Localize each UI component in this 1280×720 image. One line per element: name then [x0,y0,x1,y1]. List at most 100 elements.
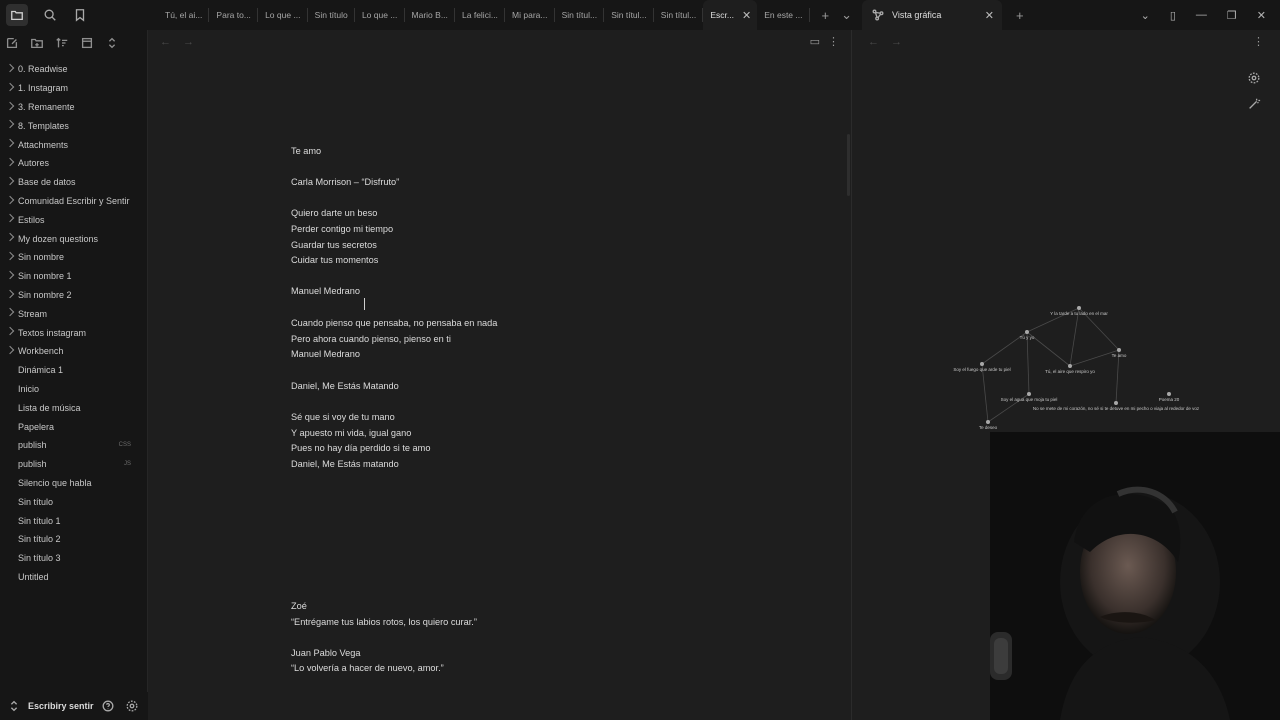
tab[interactable]: Mi para... [505,8,555,22]
tab[interactable]: Sin títul... [654,8,704,22]
tab[interactable]: En este ... [757,8,810,22]
folder-item[interactable]: Workbench [0,342,147,361]
document-line[interactable]: Y apuesto mi vida, igual gano [291,428,411,438]
tab[interactable]: Escr... ✕ [703,0,758,30]
tab-graph-view[interactable]: Vista gráfica ✕ [862,0,1002,30]
file-item[interactable]: Dinámica 1 [0,361,147,380]
close-icon[interactable]: ✕ [985,9,994,22]
document-line[interactable]: Daniel, Me Estás Matando [291,381,399,391]
window-close-icon[interactable]: ✕ [1257,9,1266,22]
tab[interactable]: Para to... [209,8,259,22]
folder-item[interactable]: Sin nombre [0,248,147,267]
files-icon[interactable] [6,4,28,26]
graph-node[interactable] [1167,392,1171,396]
file-item[interactable]: publish CSS [0,436,147,455]
sort-icon[interactable] [54,35,70,51]
new-tab-icon[interactable]: + [822,8,830,23]
folder-item[interactable]: Textos instagram [0,323,147,342]
document-line[interactable]: “Entrégame tus labios rotos, los quiero … [291,617,477,627]
folder-item[interactable]: Attachments [0,135,147,154]
tab[interactable]: La felici... [455,8,506,22]
graph-canvas[interactable]: Y la tarde a tu lado en el mar Tú y yo Te … [852,30,1280,432]
document-line[interactable]: Guardar tus secretos [291,240,377,250]
document-line[interactable]: Pues no hay día perdido si te amo [291,443,430,453]
minimize-icon[interactable]: — [1196,9,1207,21]
document-line[interactable]: Quiero darte un beso [291,208,377,218]
graph-node[interactable] [1027,392,1031,396]
folder-item[interactable]: 3. Remanente [0,98,147,117]
file-item[interactable]: Lista de música [0,398,147,417]
file-item[interactable]: Papelera [0,417,147,436]
new-folder-icon[interactable] [29,35,45,51]
editor-pane[interactable]: ← → ▭ ⋮ Te amo Carla Morrison – “Disfruto… [148,30,852,720]
document-line[interactable]: “Lo volvería a hacer de nuevo, amor.” [291,663,444,673]
chevron-down-icon[interactable]: ⌄ [1141,9,1150,22]
file-item[interactable]: Untitled [0,568,147,587]
new-note-icon[interactable] [4,35,20,51]
document-line[interactable]: Perder contigo mi tiempo [291,224,393,234]
restore-icon[interactable]: ❐ [1227,9,1237,22]
tab[interactable]: Sin título [308,8,355,22]
close-icon[interactable]: ✕ [742,9,751,22]
file-item[interactable]: Sin título 1 [0,511,147,530]
folder-item[interactable]: Sin nombre 1 [0,267,147,286]
file-item[interactable]: Sin título [0,492,147,511]
file-item[interactable]: Sin título 2 [0,530,147,549]
file-item[interactable]: publish JS [0,455,147,474]
document-line[interactable]: Pero ahora cuando pienso, pienso en ti [291,334,451,344]
folder-item[interactable]: Base de datos [0,173,147,192]
folder-item[interactable]: Autores [0,154,147,173]
document-line[interactable]: Cuidar tus momentos [291,255,378,265]
document-line[interactable]: Daniel, Me Estás matando [291,459,399,469]
folder-item[interactable]: 1. Instagram [0,79,147,98]
sidebar-toggle-icon[interactable]: ▯ [1170,9,1176,22]
graph-view[interactable]: ← → ⋮ Y la tarde a tu lado en el mar Tú y… [852,30,1280,432]
search-icon[interactable] [42,7,58,23]
graph-node[interactable] [1068,364,1072,368]
graph-node[interactable] [1077,306,1081,310]
more-options-icon[interactable]: ⋮ [828,35,839,48]
expand-icon[interactable] [104,35,120,51]
document-line[interactable]: Carla Morrison – “Disfruto” [291,177,399,187]
document-line[interactable]: Juan Pablo Vega [291,648,360,658]
collapse-all-icon[interactable] [79,35,95,51]
tab[interactable]: Mario B... [405,8,456,22]
file-item[interactable]: Silencio que habla [0,474,147,493]
folder-item[interactable]: 0. Readwise [0,60,147,79]
vault-switcher[interactable]: Escribiry sentir [0,692,148,720]
tab[interactable]: Lo que ... [258,8,308,22]
back-arrow-icon[interactable]: ← [160,36,171,48]
tab[interactable]: Sin títul... [555,8,605,22]
folder-item[interactable]: 8. Templates [0,116,147,135]
document-line[interactable]: Te amo [291,146,321,156]
tab[interactable]: Lo que ... [355,8,405,22]
document-line[interactable]: Manuel Medrano [291,349,360,359]
tab-list-chevron-icon[interactable]: ⌄ [841,7,852,23]
new-tab-icon[interactable]: + [1016,8,1024,23]
forward-arrow-icon[interactable]: → [183,36,194,48]
document-line[interactable]: Manuel Medrano [291,286,360,296]
file-item[interactable]: Sin título 3 [0,549,147,568]
editor-scrollbar[interactable] [847,134,850,196]
graph-node-label: Soy el fuego que arde tu piel [953,367,1010,372]
reading-view-icon[interactable]: ▭ [810,35,820,48]
help-icon[interactable] [100,698,116,714]
document-line[interactable]: Zoé [291,601,307,611]
tab[interactable]: Tú, el ai... [158,8,210,22]
file-item[interactable]: Inicio [0,380,147,399]
document-line[interactable]: Cuando pienso que pensaba, no pensaba en… [291,318,497,328]
folder-item[interactable]: Estilos [0,210,147,229]
graph-node[interactable] [1025,330,1029,334]
folder-item[interactable]: Sin nombre 2 [0,286,147,305]
bookmark-icon[interactable] [72,7,88,23]
folder-item[interactable]: My dozen questions [0,229,147,248]
folder-item[interactable]: Stream [0,304,147,323]
settings-gear-icon[interactable] [124,698,140,714]
document-line[interactable]: Sé que si voy de tu mano [291,412,395,422]
graph-node[interactable] [1117,348,1121,352]
graph-node[interactable] [986,420,990,424]
graph-node[interactable] [1114,401,1118,405]
graph-node[interactable] [980,362,984,366]
folder-item[interactable]: Comunidad Escribir y Sentir [0,192,147,211]
tab[interactable]: Sin títul... [604,8,654,22]
